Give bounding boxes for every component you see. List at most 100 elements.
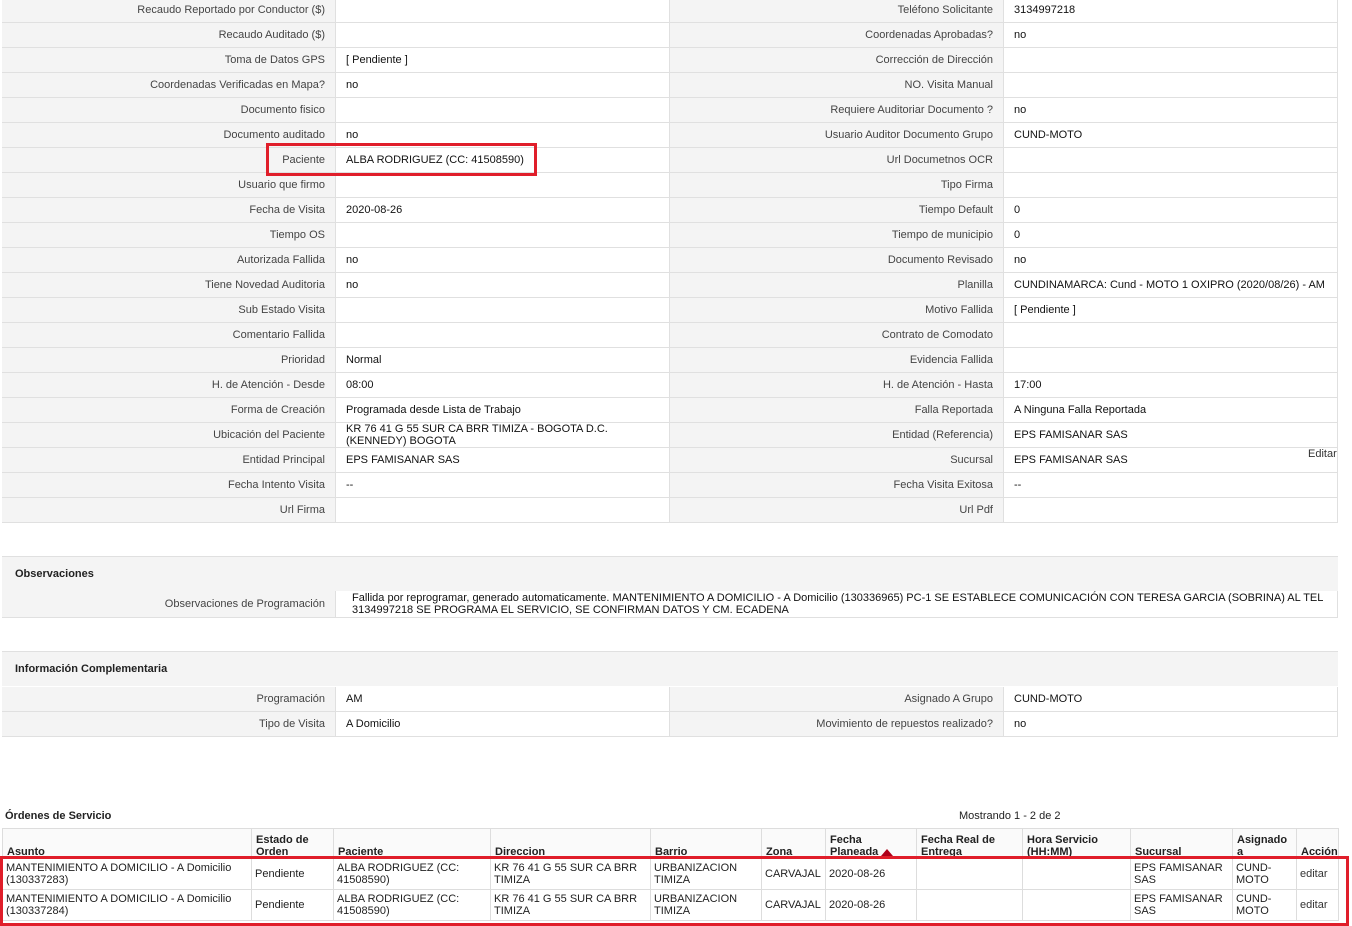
details-row: Tiempo OS Tiempo de municipio 0 (2, 223, 1338, 248)
sort-ascending-icon[interactable] (881, 848, 894, 856)
label-h-de-atencion-hasta: H. de Atención - Hasta (670, 373, 1004, 398)
cell-barrio: URBANIZACION TIMIZA (650, 889, 762, 921)
column-header-label: Sucursal (1135, 846, 1182, 858)
value-documento-revisado: no (1004, 248, 1338, 273)
value-url-documetnos-ocr (1004, 148, 1338, 173)
value-usuario-auditor-documento-grupo: CUND-MOTO (1004, 123, 1338, 148)
column-header-label: Zona (766, 846, 793, 858)
label-entidad-principal: Entidad Principal (2, 448, 336, 473)
observaciones-value: Fallida por reprogramar, generado automa… (336, 591, 1338, 618)
column-header-hora-servicio-hh-mm[interactable]: Hora Servicio (HH:MM) (1022, 828, 1131, 859)
value-entidad-referencia: EPS FAMISANAR SAS (1004, 423, 1338, 448)
value-requiere-auditoriar-documento: no (1004, 98, 1338, 123)
edit-order-link[interactable]: editar (1296, 858, 1339, 890)
column-header-sucursal[interactable]: Sucursal (1130, 828, 1233, 859)
cell-fecha-planeada: 2020-08-26 (825, 858, 917, 890)
value-tipo-firma (1004, 173, 1338, 198)
details-row: Forma de Creación Programada desde Lista … (2, 398, 1338, 423)
column-header-fecha-real-de-entrega[interactable]: Fecha Real de Entrega (916, 828, 1023, 859)
column-header-estado-de-orden[interactable]: Estado de Orden (251, 828, 334, 859)
complementaria-grid: Programación AM Asignado A Grupo CUND-MOTO T… (2, 687, 1338, 737)
column-header-label: Asignado a (1237, 834, 1288, 858)
details-row: Prioridad Normal Evidencia Fallida (2, 348, 1338, 373)
label-fecha-de-visita: Fecha de Visita (2, 198, 336, 223)
value-falla-reportada: A Ninguna Falla Reportada (1004, 398, 1338, 423)
complementaria-header: Información Complementaria (2, 651, 1338, 686)
value-tiempo-de-municipio: 0 (1004, 223, 1338, 248)
column-header-label: Hora Servicio (HH:MM) (1027, 834, 1098, 858)
label-url-documetnos-ocr: Url Documetnos OCR (670, 148, 1004, 173)
label-evidencia-fallida: Evidencia Fallida (670, 348, 1004, 373)
cell-hora-servicio-hh-mm (1022, 889, 1131, 921)
value-documento-auditado: no (336, 123, 670, 148)
column-header-asunto[interactable]: Asunto (2, 828, 252, 859)
label-requiere-auditoriar-documento: Requiere Auditoriar Documento ? (670, 98, 1004, 123)
complementaria.rows-row: Tipo de Visita A Domicilio Movimiento de r… (2, 712, 1338, 737)
label-documento-auditado: Documento auditado (2, 123, 336, 148)
value-telefono-solicitante: 3134997218 (1004, 0, 1338, 23)
cell-zona: CARVAJAL (761, 858, 826, 890)
value-fecha-visita-exitosa: -- (1004, 473, 1338, 498)
cell-fecha-real-de-entrega (916, 889, 1023, 921)
value-fecha-intento-visita: -- (336, 473, 670, 498)
details-row: Ubicación del Paciente KR 76 41 G 55 SUR … (2, 423, 1338, 448)
value-movimiento-de-repuestos-realizado: no (1004, 712, 1338, 737)
value-motivo-fallida: [ Pendiente ] (1004, 298, 1338, 323)
cell-sucursal: EPS FAMISANAR SAS (1130, 889, 1233, 921)
label-coordenadas-aprobadas: Coordenadas Aprobadas? (670, 23, 1004, 48)
details-row: Recaudo Auditado ($) Coordenadas Aprobada… (2, 23, 1338, 48)
column-header-asignado-a[interactable]: Asignado a (1232, 828, 1297, 859)
cell-fecha-real-de-entrega (916, 858, 1023, 890)
orders-header-row: Asunto Estado de Orden Paciente Direccion Ba… (2, 828, 1339, 859)
details-row: Coordenadas Verificadas en Mapa? no NO. V… (2, 73, 1338, 98)
details-row: Usuario que firmo Tipo Firma (2, 173, 1338, 198)
value-url-firma (336, 498, 670, 523)
orders-count: Mostrando 1 - 2 de 2 (959, 810, 1061, 822)
label-url-pdf: Url Pdf (670, 498, 1004, 523)
value-evidencia-fallida (1004, 348, 1338, 373)
label-correccion-de-direccion: Corrección de Dirección (670, 48, 1004, 73)
column-header-barrio[interactable]: Barrio (650, 828, 762, 859)
label-prioridad: Prioridad (2, 348, 336, 373)
column-header-accion[interactable]: Acción (1296, 828, 1339, 859)
column-header-label: Direccion (495, 846, 546, 858)
column-header-label: Barrio (655, 846, 688, 858)
column-header-fecha-planeada[interactable]: Fecha Planeada (825, 828, 917, 859)
label-toma-de-datos-gps: Toma de Datos GPS (2, 48, 336, 73)
details-row: Tiene Novedad Auditoria no Planilla CUNDIN… (2, 273, 1338, 298)
value-recaudo-reportado-por-conductor (336, 0, 670, 23)
details-row: Fecha Intento Visita -- Fecha Visita Exit… (2, 473, 1338, 498)
cell-estado-de-orden: Pendiente (251, 858, 334, 890)
label-coordenadas-verificadas-en-mapa: Coordenadas Verificadas en Mapa? (2, 73, 336, 98)
table-row[interactable]: MANTENIMIENTO A DOMICILIO - A Domicilio … (2, 858, 1339, 890)
visit-details-grid: Recaudo Reportado por Conductor ($) Teléf… (2, 0, 1338, 523)
value-ubicacion-del-paciente: KR 76 41 G 55 SUR CA BRR TIMIZA - BOGOTA… (336, 423, 670, 448)
observaciones-rows: Observaciones de Programación Fallida po… (2, 591, 1338, 618)
column-header-zona[interactable]: Zona (761, 828, 826, 859)
orders-table: Asunto Estado de Orden Paciente Direccion Ba… (2, 828, 1339, 921)
column-header-paciente[interactable]: Paciente (333, 828, 491, 859)
details-row: Url Firma Url Pdf (2, 498, 1338, 523)
value-autorizada-fallida: no (336, 248, 670, 273)
value-tipo-de-visita: A Domicilio (336, 712, 670, 737)
cell-asignado-a: CUND-MOTO (1232, 858, 1297, 890)
details-row: Autorizada Fallida no Documento Revisado … (2, 248, 1338, 273)
label-autorizada-fallida: Autorizada Fallida (2, 248, 336, 273)
label-tiene-novedad-auditoria: Tiene Novedad Auditoria (2, 273, 336, 298)
details-row: Fecha de Visita 2020-08-26 Tiempo Default… (2, 198, 1338, 223)
cell-asunto: MANTENIMIENTO A DOMICILIO - A Domicilio … (2, 858, 252, 890)
label-asignado-a-grupo: Asignado A Grupo (670, 687, 1004, 712)
value-tiempo-default: 0 (1004, 198, 1338, 223)
edit-order-link[interactable]: editar (1296, 889, 1339, 921)
value-sucursal: EPS FAMISANAR SAS (1004, 448, 1338, 473)
table-row[interactable]: MANTENIMIENTO A DOMICILIO - A Domicilio … (2, 889, 1339, 921)
observaciones-row: Observaciones de Programación Fallida po… (2, 591, 1338, 618)
column-header-direccion[interactable]: Direccion (490, 828, 651, 859)
details-row: Documento fisico Requiere Auditoriar Docu… (2, 98, 1338, 123)
cell-zona: CARVAJAL (761, 889, 826, 921)
details-row: Recaudo Reportado por Conductor ($) Teléf… (2, 0, 1338, 23)
label-telefono-solicitante: Teléfono Solicitante (670, 0, 1004, 23)
value-correccion-de-direccion (1004, 48, 1338, 73)
column-header-label: Asunto (7, 846, 45, 858)
edit-link[interactable]: Editar (1308, 448, 1337, 460)
